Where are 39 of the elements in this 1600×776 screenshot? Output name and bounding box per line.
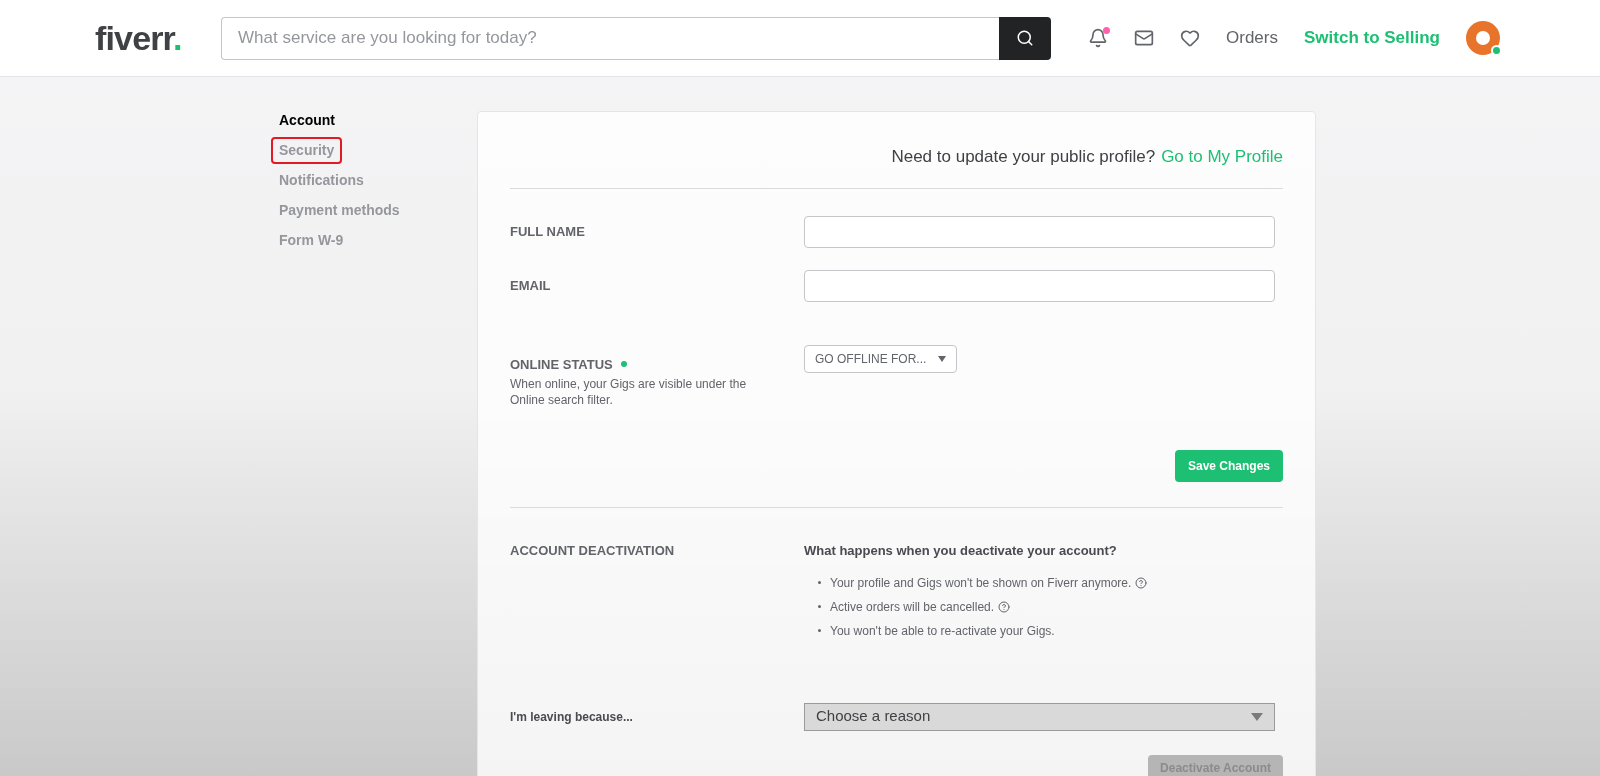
sidebar-item[interactable]: Payment methods [271, 197, 408, 224]
envelope-icon [1134, 28, 1154, 48]
messages-button[interactable] [1134, 28, 1154, 48]
bell-icon [1088, 28, 1108, 48]
caret-icon [938, 355, 947, 362]
profile-prompt: Need to update your public profile? [891, 146, 1156, 168]
search-field[interactable]: What service are you looking for today? [221, 16, 999, 60]
help-icon[interactable] [998, 600, 1011, 613]
bullet-text: Active orders will be cancelled. [830, 598, 995, 616]
bullet-text: You won't be able to re-activate your Gigs. [830, 622, 1055, 640]
logo[interactable]: fiverr. [95, 12, 222, 64]
avatar[interactable] [1466, 21, 1500, 55]
favorites-button[interactable] [1180, 28, 1200, 48]
deactivation-question: What happens when you deactivate your account? [804, 542, 1118, 560]
sidebar-item[interactable]: Account [271, 107, 343, 134]
section-label: ACCOUNT DEACTIVATION [510, 542, 676, 560]
text-field[interactable] [804, 269, 1275, 302]
sidebar-item[interactable]: Security [271, 137, 343, 164]
profile-link[interactable]: Go to My Profile [1161, 144, 1283, 170]
field-label: ONLINE STATUS [510, 355, 613, 374]
header-link[interactable]: Switch to Selling [1304, 25, 1440, 51]
header-link[interactable]: Orders [1226, 25, 1278, 51]
search-button[interactable] [999, 16, 1051, 60]
text-field[interactable] [804, 215, 1275, 248]
bullet-text: Your profile and Gigs won't be shown on Fiverr anymore. [830, 574, 1132, 592]
help-icon[interactable] [1135, 576, 1148, 589]
search-icon [1016, 29, 1034, 47]
caret-icon [1251, 712, 1263, 721]
heart-icon [1180, 28, 1200, 48]
field-label: EMAIL [510, 276, 552, 295]
reason-dropdown[interactable]: Choose a reason [804, 702, 1275, 731]
sidebar-item[interactable]: Form W-9 [271, 227, 352, 254]
notifications-button[interactable] [1088, 28, 1108, 48]
sidebar-item[interactable]: Notifications [271, 167, 372, 194]
status-hint: When online, your Gigs are visible under the Online search filter. [510, 376, 748, 408]
field-label: I'm leaving because... [510, 708, 634, 726]
field-label: FULL NAME [510, 222, 586, 241]
status-dropdown[interactable]: GO OFFLINE FOR... [804, 344, 958, 373]
save-button[interactable]: Save Changes [1174, 450, 1283, 482]
